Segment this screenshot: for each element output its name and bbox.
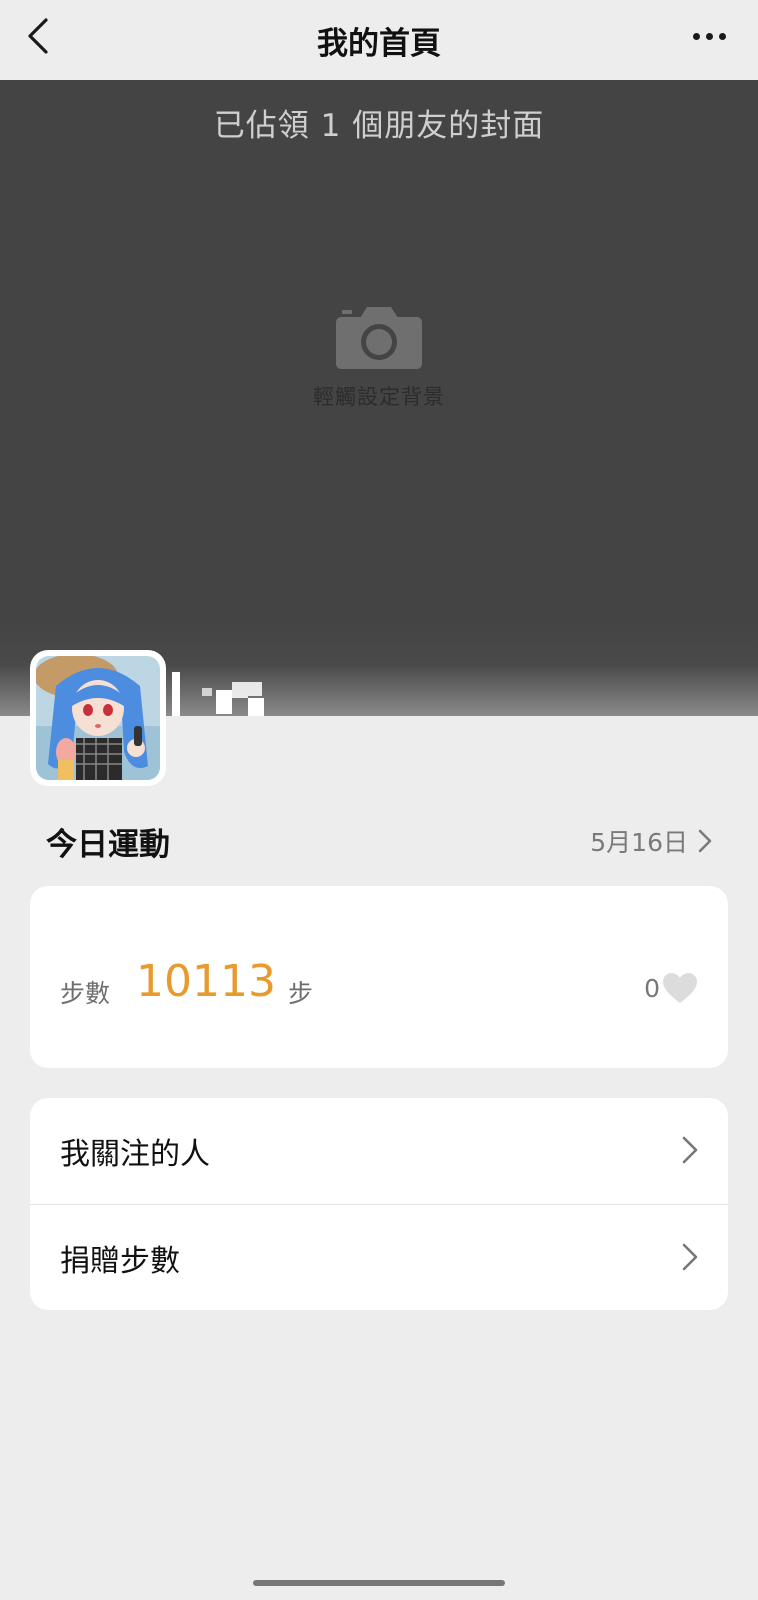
avatar-image <box>36 656 160 780</box>
top-nav-bar: 我的首頁 <box>0 0 758 80</box>
set-background-label: 輕觸設定背景 <box>313 385 445 409</box>
heart-icon <box>663 973 697 1003</box>
chevron-right-icon <box>682 1243 698 1271</box>
username-redacted <box>172 650 372 716</box>
steps-label: 步數 <box>60 979 111 1008</box>
menu-item-donate-steps[interactable]: 捐贈步數 <box>30 1204 728 1310</box>
today-exercise-header: 今日運動 5月16日 <box>46 816 712 866</box>
menu-list: 我關注的人 捐贈步數 <box>30 1098 728 1310</box>
menu-item-label: 捐贈步數 <box>60 1243 180 1279</box>
set-background-button[interactable]: 輕觸設定背景 <box>0 305 758 411</box>
steps-value: 10113 <box>136 956 276 1007</box>
chevron-right-icon <box>682 1136 698 1164</box>
cover-caption: 已佔領 1 個朋友的封面 <box>213 108 545 144</box>
like-button[interactable]: 0 <box>644 972 698 1004</box>
date-label: 5月16日 <box>590 828 688 857</box>
more-button[interactable] <box>684 18 734 54</box>
date-selector[interactable]: 5月16日 <box>590 823 712 859</box>
likes-count: 0 <box>644 973 660 1003</box>
menu-item-following[interactable]: 我關注的人 <box>30 1098 728 1204</box>
page-title: 我的首頁 <box>317 26 441 62</box>
menu-item-label: 我關注的人 <box>60 1137 210 1172</box>
camera-icon <box>336 307 422 369</box>
steps-card[interactable]: 步數 10113 步 0 <box>30 886 728 1068</box>
chevron-right-icon <box>698 829 712 853</box>
more-horizontal-icon <box>692 32 700 40</box>
cover-background[interactable]: 已佔領 1 個朋友的封面 輕觸設定背景 <box>0 80 758 716</box>
today-exercise-title: 今日運動 <box>46 826 170 863</box>
steps-unit: 步 <box>288 979 314 1008</box>
home-indicator[interactable] <box>253 1580 505 1586</box>
avatar[interactable] <box>30 650 166 786</box>
